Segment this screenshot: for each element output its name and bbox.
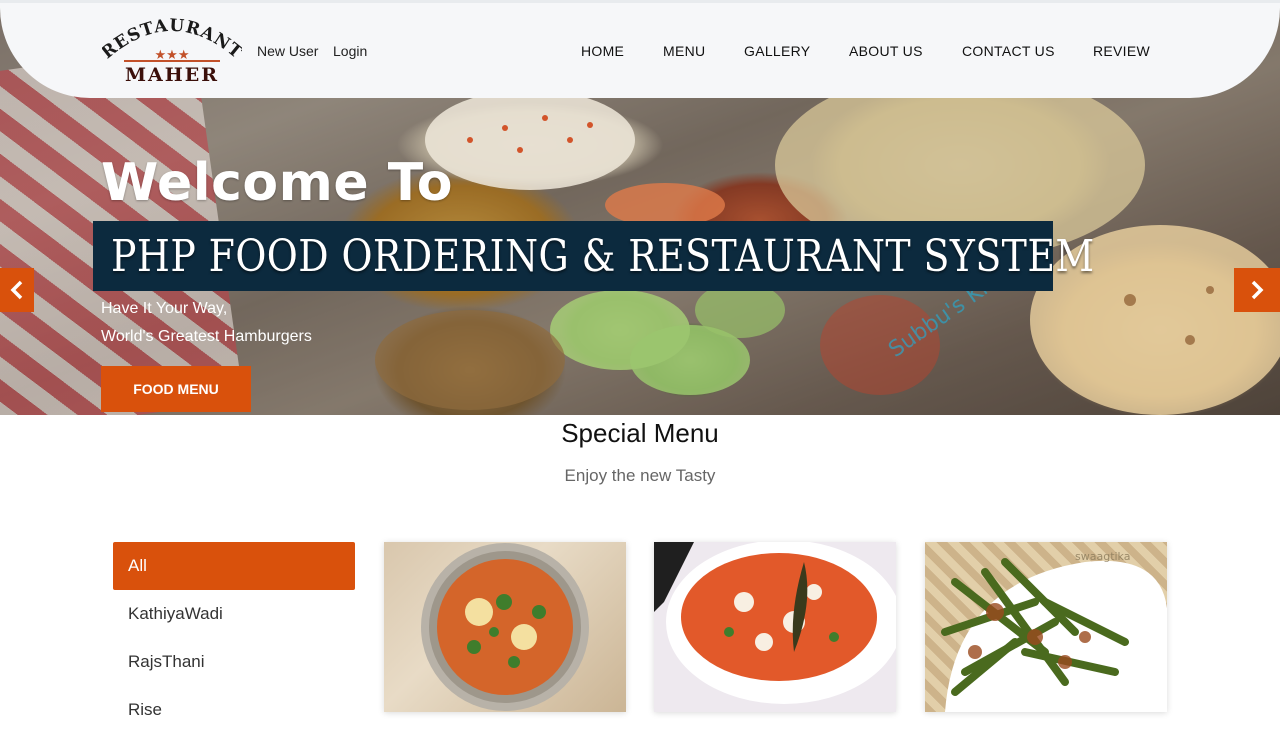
nav-contact-us[interactable]: CONTACT US [962, 43, 1055, 59]
dish-image: swaagtika [941, 550, 1167, 712]
nav-home[interactable]: HOME [581, 43, 624, 59]
svg-text:MAHER: MAHER [125, 64, 219, 85]
chevron-right-icon [1251, 280, 1264, 300]
menu-item-card[interactable]: swaagtika [925, 542, 1167, 712]
restaurant-logo[interactable]: RESTAURANT ★★★ MAHER [102, 15, 242, 85]
login-link[interactable]: Login [333, 43, 367, 59]
special-menu-title: Special Menu [561, 418, 719, 448]
menu-item-card[interactable] [654, 542, 896, 712]
dish-image [421, 543, 589, 711]
hero-banner: PHP FOOD ORDERING & RESTAURANT SYSTEM [93, 221, 1094, 291]
category-kathiyawadi[interactable]: KathiyaWadi [113, 590, 355, 638]
nav-review[interactable]: REVIEW [1093, 43, 1150, 59]
menu-item-card[interactable] [384, 542, 626, 712]
food-menu-button[interactable]: FOOD MENU [101, 366, 251, 412]
new-user-link[interactable]: New User [257, 43, 318, 59]
nav-about-us[interactable]: ABOUT US [849, 43, 923, 59]
category-rise[interactable]: Rise [113, 686, 355, 734]
category-all[interactable]: All [113, 542, 355, 590]
nav-gallery[interactable]: GALLERY [744, 43, 810, 59]
hero-subtitle-line1: Have It Your Way, [101, 300, 228, 317]
hero-title: Welcome To [101, 153, 453, 213]
card-watermark: swaagtika [1075, 550, 1130, 563]
site-header: RESTAURANT ★★★ MAHER New User Login HOME… [0, 0, 1280, 98]
category-rajsthani[interactable]: RajsThani [113, 638, 355, 686]
slider-next-button[interactable] [1234, 268, 1280, 312]
nav-menu[interactable]: MENU [663, 43, 705, 59]
chevron-left-icon [10, 280, 23, 300]
hero-banner-text: PHP FOOD ORDERING & RESTAURANT SYSTEM [111, 230, 1095, 282]
hero-subtitle-line2: World's Greatest Hamburgers [101, 328, 312, 345]
slider-prev-button[interactable] [0, 268, 34, 312]
dish-image [654, 542, 896, 712]
special-menu-subtitle: Enjoy the new Tasty [564, 466, 716, 485]
svg-text:★★★: ★★★ [155, 47, 190, 62]
